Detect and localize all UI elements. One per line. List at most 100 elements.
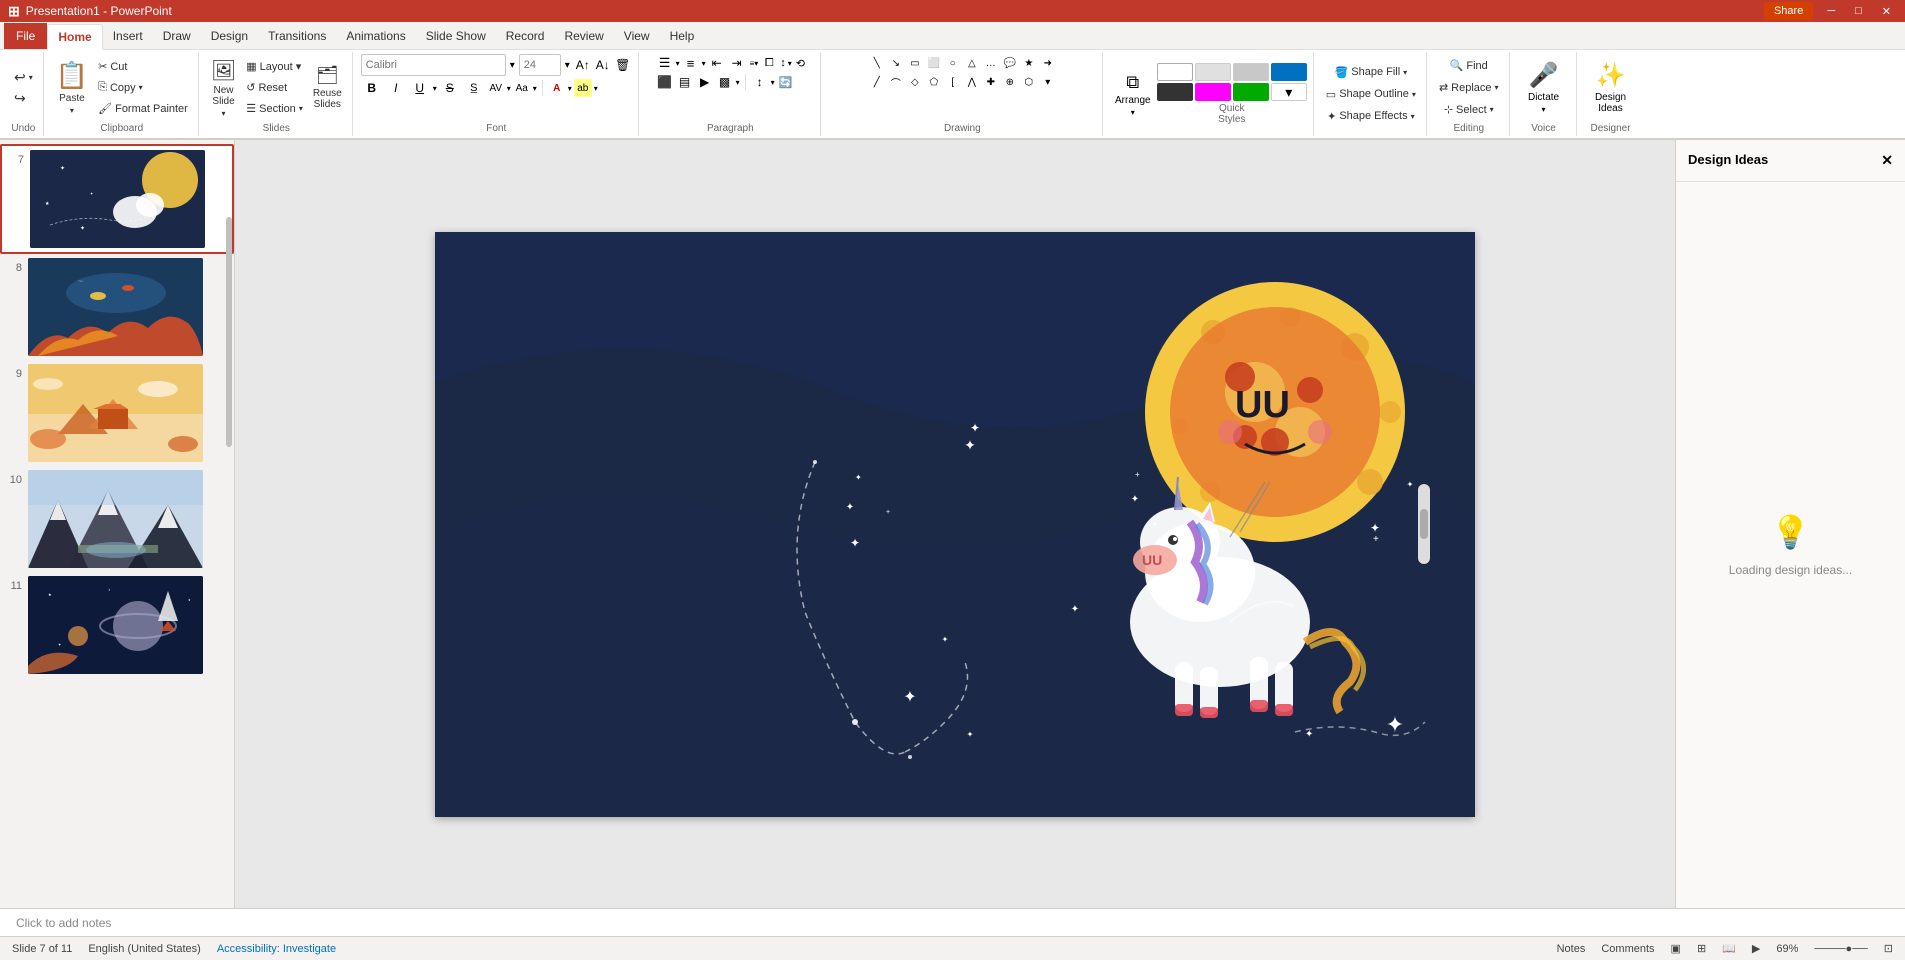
maximize-button[interactable]: □ — [1849, 5, 1868, 17]
change-case-button[interactable]: Aa — [513, 79, 531, 97]
quick-style-4[interactable] — [1271, 63, 1307, 81]
fit-window-btn[interactable]: ⊡ — [1884, 942, 1893, 955]
slide-item-10[interactable]: 10 — [0, 466, 234, 572]
shape-line2[interactable]: ╱ — [868, 73, 886, 91]
tab-view[interactable]: View — [614, 23, 660, 49]
shape-plus[interactable]: ⊕ — [1001, 73, 1019, 91]
font-size-arrow[interactable]: ▾ — [563, 58, 572, 73]
view-slideshow-btn[interactable]: ▶ — [1752, 942, 1760, 955]
shape-curve[interactable]: ⌒ — [887, 73, 905, 91]
font-increase-button[interactable]: A↑ — [574, 56, 592, 74]
shape-line[interactable]: ╲ — [868, 54, 886, 72]
undo-button[interactable]: ↩ ▾ — [10, 67, 37, 87]
slide-item-7[interactable]: 7 ✦ ✦ ★ ✦ — [0, 144, 234, 254]
convert-smartart-button[interactable]: 🔄 — [777, 73, 795, 91]
accessibility-status[interactable]: Accessibility: Investigate — [217, 943, 336, 955]
share-button[interactable]: Share — [1764, 2, 1813, 20]
font-color-arrow[interactable]: ▾ — [568, 84, 572, 93]
view-normal-btn[interactable]: ▣ — [1671, 942, 1681, 955]
view-slide-sorter-btn[interactable]: ⊞ — [1697, 942, 1706, 955]
shape-star[interactable]: ★ — [1020, 54, 1038, 72]
shape-effects-button[interactable]: ✦ Shape Effects ▾ — [1323, 106, 1419, 126]
shadow-button[interactable]: S̲ — [463, 77, 485, 99]
design-panel-close[interactable]: ✕ — [1881, 152, 1893, 169]
shape-tri[interactable]: △ — [963, 54, 981, 72]
tab-animations[interactable]: Animations — [336, 23, 415, 49]
shape-arrow2[interactable]: ➜ — [1039, 54, 1057, 72]
strikethrough-button[interactable]: S — [439, 77, 461, 99]
zoom-slider[interactable]: ────●── — [1814, 943, 1867, 955]
shape-rect[interactable]: ▭ — [906, 54, 924, 72]
quick-style-expand[interactable]: ▾ — [1271, 83, 1307, 101]
quick-style-7[interactable] — [1233, 83, 1269, 101]
slide-item-11[interactable]: 11 ★ ✦ ✦ ★ — [0, 572, 234, 678]
font-clear-button[interactable]: 🗑 — [614, 56, 632, 74]
sidebar-scrollbar[interactable] — [226, 217, 232, 447]
shape-arrow[interactable]: ↘ — [887, 54, 905, 72]
shape-expand[interactable]: ▾ — [1039, 73, 1057, 91]
align-right-button[interactable]: ▶ — [696, 73, 714, 91]
smart-art-button[interactable]: ⟲ — [796, 57, 805, 70]
shape-circle[interactable]: ○ — [944, 54, 962, 72]
vertical-scrollbar[interactable] — [1418, 484, 1430, 564]
font-decrease-button[interactable]: A↓ — [594, 56, 612, 74]
tab-record[interactable]: Record — [496, 23, 555, 49]
shape-chevron[interactable]: ⋀ — [963, 73, 981, 91]
text-direction-button[interactable]: ↕ — [780, 57, 786, 69]
justify-button[interactable]: ▩ — [716, 73, 734, 91]
quick-style-6[interactable] — [1195, 83, 1231, 101]
tab-review[interactable]: Review — [554, 23, 613, 49]
select-button[interactable]: ⊹ Select ▾ — [1440, 100, 1498, 120]
reset-button[interactable]: ↺ Reset — [242, 78, 307, 98]
comments-btn[interactable]: Comments — [1601, 943, 1654, 955]
char-spacing-arrow[interactable]: ▾ — [507, 84, 511, 93]
tab-help[interactable]: Help — [660, 23, 705, 49]
tab-draw[interactable]: Draw — [153, 23, 201, 49]
text-direction-arrow[interactable]: ▾ — [788, 59, 792, 68]
slide-item-8[interactable]: 8 ～ — [0, 254, 234, 360]
bullet-arrow[interactable]: ▾ — [676, 59, 680, 68]
paste-button[interactable]: 📋 Paste ▾ — [52, 58, 92, 118]
section-button[interactable]: ☰ Section ▾ — [242, 99, 307, 119]
underline-arrow[interactable]: ▾ — [433, 84, 437, 93]
decrease-indent-button[interactable]: ⇤ — [708, 54, 726, 72]
shape-more[interactable]: … — [982, 54, 1000, 72]
copy-button[interactable]: ⎘ Copy ▾ — [94, 78, 192, 98]
tab-design[interactable]: Design — [201, 23, 258, 49]
replace-button[interactable]: ⇄ Replace ▾ — [1435, 78, 1503, 98]
quick-style-5[interactable] — [1157, 83, 1193, 101]
font-size-input[interactable] — [519, 54, 561, 76]
reuse-slides-button[interactable]: 🗂 Reuse Slides — [309, 58, 346, 118]
shape-hexagon[interactable]: ⬡ — [1020, 73, 1038, 91]
tab-slideshow[interactable]: Slide Show — [416, 23, 496, 49]
shape-callout[interactable]: 💬 — [1001, 54, 1019, 72]
format-painter-button[interactable]: 🖌 Format Painter — [94, 99, 192, 119]
para-space-arrow[interactable]: ≡▾ — [750, 59, 759, 68]
font-name-arrow[interactable]: ▾ — [508, 58, 517, 73]
shape-cross[interactable]: ✚ — [982, 73, 1000, 91]
bold-button[interactable]: B — [361, 77, 383, 99]
shape-rounded-rect[interactable]: ⬜ — [925, 54, 943, 72]
tab-transitions[interactable]: Transitions — [258, 23, 336, 49]
quick-style-2[interactable] — [1195, 63, 1231, 81]
line-space-arrow[interactable]: ▾ — [771, 78, 775, 87]
increase-indent-button[interactable]: ⇥ — [728, 54, 746, 72]
numbered-list-button[interactable]: ≡ — [682, 54, 700, 72]
number-arrow[interactable]: ▾ — [702, 59, 706, 68]
tab-insert[interactable]: Insert — [103, 23, 153, 49]
columns-button[interactable]: ⧠ — [760, 54, 778, 72]
quick-style-3[interactable] — [1233, 63, 1269, 81]
shape-bracket[interactable]: [ — [944, 73, 962, 91]
find-button[interactable]: 🔍 Find — [1446, 56, 1492, 76]
quick-style-1[interactable] — [1157, 63, 1193, 81]
minimize-button[interactable]: ─ — [1821, 5, 1841, 17]
tab-home[interactable]: Home — [47, 24, 102, 50]
notes-status-btn[interactable]: Notes — [1557, 943, 1586, 955]
font-color-button[interactable]: A — [548, 79, 566, 97]
align-left-button[interactable]: ⬛ — [656, 73, 674, 91]
redo-button[interactable]: ↪ — [10, 88, 37, 108]
text-highlight-button[interactable]: ab — [574, 79, 592, 97]
char-spacing-button[interactable]: AV — [487, 79, 505, 97]
highlight-arrow[interactable]: ▾ — [594, 84, 598, 93]
shape-outline-button[interactable]: ▭ Shape Outline ▾ — [1322, 84, 1420, 104]
